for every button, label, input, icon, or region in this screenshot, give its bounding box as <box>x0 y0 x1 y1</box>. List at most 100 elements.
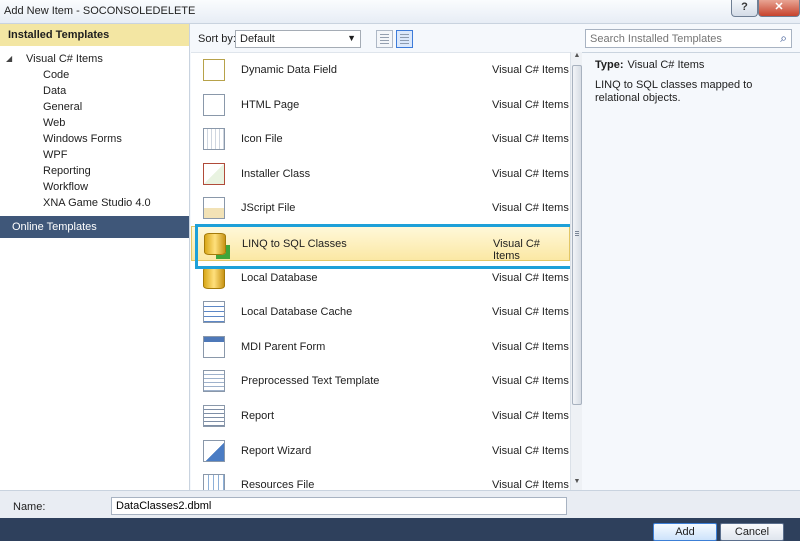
sort-by-label: Sort by: <box>198 33 236 45</box>
templates-tree-pane: Installed Templates ◢ Visual C# Items Co… <box>0 24 190 490</box>
template-name: Dynamic Data Field <box>241 64 337 76</box>
template-row-local-database[interactable]: Local Database Visual C# Items <box>191 261 570 296</box>
report-icon <box>203 404 225 427</box>
dynamic-data-icon <box>203 59 225 81</box>
template-category: Visual C# Items <box>492 271 569 284</box>
tree-item-wpf[interactable]: WPF <box>0 147 189 163</box>
template-name: Local Database <box>241 271 318 284</box>
template-row-report-wizard[interactable]: Report Wizard Visual C# Items <box>191 434 570 469</box>
scroll-thumb[interactable] <box>572 65 582 405</box>
search-icon[interactable]: ⌕ <box>780 31 787 46</box>
text-template-icon <box>203 370 225 393</box>
template-category: Visual C# Items <box>492 479 569 490</box>
type-label: Type: <box>595 59 624 71</box>
grid-view-icon <box>380 34 389 44</box>
dialog-button-bar: Add Cancel <box>0 518 800 541</box>
resources-icon <box>203 474 225 490</box>
template-category: Visual C# Items <box>492 98 569 111</box>
installer-icon <box>203 162 225 185</box>
template-type: Type: Visual C# Items <box>595 59 704 71</box>
cancel-button[interactable]: Cancel <box>720 523 784 541</box>
template-row-local-database-cache[interactable]: Local Database Cache Visual C# Items <box>191 295 570 330</box>
template-category: Visual C# Items <box>492 202 569 215</box>
tree-item-code[interactable]: Code <box>0 67 189 83</box>
close-button[interactable]: ✕ <box>758 0 800 17</box>
window-title: Add New Item - SOCONSOLEDELETE <box>4 5 196 17</box>
template-tree: ◢ Visual C# Items Code Data General Web … <box>0 46 189 211</box>
html-page-icon <box>203 93 225 116</box>
tree-item-visual-csharp-items[interactable]: ◢ Visual C# Items <box>0 51 189 67</box>
template-row-installer-class[interactable]: Installer Class Visual C# Items <box>191 157 570 192</box>
grip-icon <box>575 231 579 237</box>
database-icon <box>203 266 225 289</box>
search-input[interactable] <box>586 30 766 47</box>
name-bar: Name: <box>0 490 800 518</box>
template-name: Resources File <box>241 479 315 490</box>
search-box[interactable]: ⌕ <box>585 29 792 48</box>
type-value: Visual C# Items <box>627 59 705 71</box>
template-name: Installer Class <box>241 167 311 180</box>
list-toolbar: Sort by: Default ▼ <box>191 24 581 52</box>
mdi-form-icon <box>203 335 225 358</box>
template-category: Visual C# Items <box>492 340 569 353</box>
template-name: JScript File <box>241 202 296 215</box>
title-bar: Add New Item - SOCONSOLEDELETE ? ✕ <box>0 0 800 24</box>
template-category: Visual C# Items <box>492 133 569 146</box>
template-description: LINQ to SQL classes mapped to relational… <box>595 79 753 104</box>
name-label: Name: <box>13 501 46 513</box>
medium-icons-view-button[interactable] <box>376 30 393 48</box>
help-button[interactable]: ? <box>731 0 758 17</box>
tree-root-label: Visual C# Items <box>26 53 103 65</box>
template-name: Report Wizard <box>241 444 312 457</box>
template-list: Dynamic Data Field Visual C# Items HTML … <box>191 52 570 490</box>
template-details-pane: ⌕ Type:Visual C# Items LINQ to SQL class… <box>582 24 800 490</box>
template-name: MDI Parent Form <box>241 340 326 353</box>
report-wizard-icon <box>203 439 225 462</box>
online-templates-header[interactable]: Online Templates <box>0 216 189 238</box>
template-name: Icon File <box>241 133 283 146</box>
database-cache-icon <box>203 301 225 324</box>
template-row-report[interactable]: Report Visual C# Items <box>191 399 570 434</box>
template-category: Visual C# Items <box>492 375 569 388</box>
template-row-mdi-parent-form[interactable]: MDI Parent Form Visual C# Items <box>191 330 570 365</box>
tree-item-windows-forms[interactable]: Windows Forms <box>0 131 189 147</box>
chevron-down-icon: ▼ <box>347 33 356 43</box>
template-category: Visual C# Items <box>492 306 569 319</box>
linq-icon <box>204 232 226 255</box>
icon-file-icon <box>203 128 225 151</box>
template-list-scrollbar[interactable]: ▲ ▼ <box>570 52 582 490</box>
tree-item-xna-game-studio[interactable]: XNA Game Studio 4.0 <box>0 195 189 211</box>
template-row-jscript-file[interactable]: JScript File Visual C# Items <box>191 191 570 226</box>
template-name: Preprocessed Text Template <box>241 375 380 388</box>
sort-by-select[interactable]: Default ▼ <box>235 30 361 48</box>
template-row-icon-file[interactable]: Icon File Visual C# Items <box>191 122 570 157</box>
installed-templates-header[interactable]: Installed Templates <box>0 24 189 46</box>
template-category: Visual C# Items <box>493 237 540 262</box>
tree-item-general[interactable]: General <box>0 99 189 115</box>
template-name: LINQ to SQL Classes <box>242 237 347 250</box>
tree-item-workflow[interactable]: Workflow <box>0 179 189 195</box>
expand-arrow-icon[interactable]: ◢ <box>6 51 12 67</box>
sort-by-value: Default <box>240 33 275 45</box>
list-view-icon <box>400 34 409 44</box>
details-view-button[interactable] <box>396 30 413 48</box>
template-row-dynamic-data-field[interactable]: Dynamic Data Field Visual C# Items <box>191 53 570 88</box>
template-row-preprocessed-text-template[interactable]: Preprocessed Text Template Visual C# Ite… <box>191 364 570 399</box>
template-row-resources-file[interactable]: Resources File Visual C# Items <box>191 468 570 490</box>
template-category: Visual C# Items <box>492 167 569 180</box>
details-divider <box>582 52 800 53</box>
add-button[interactable]: Add <box>653 523 717 541</box>
template-name: HTML Page <box>241 98 300 111</box>
template-category: Visual C# Items <box>492 409 569 422</box>
template-row-html-page[interactable]: HTML Page Visual C# Items <box>191 88 570 123</box>
tree-item-data[interactable]: Data <box>0 83 189 99</box>
template-name: Local Database Cache <box>241 306 353 319</box>
template-row-linq-to-sql-classes[interactable]: LINQ to SQL Classes Visual C# Items <box>191 225 570 262</box>
template-name: Report <box>241 409 275 422</box>
name-input[interactable] <box>111 497 567 515</box>
template-category: Visual C# Items <box>492 64 569 76</box>
template-category: Visual C# Items <box>492 444 569 457</box>
tree-item-web[interactable]: Web <box>0 115 189 131</box>
tree-item-reporting[interactable]: Reporting <box>0 163 189 179</box>
jscript-icon <box>203 197 225 220</box>
